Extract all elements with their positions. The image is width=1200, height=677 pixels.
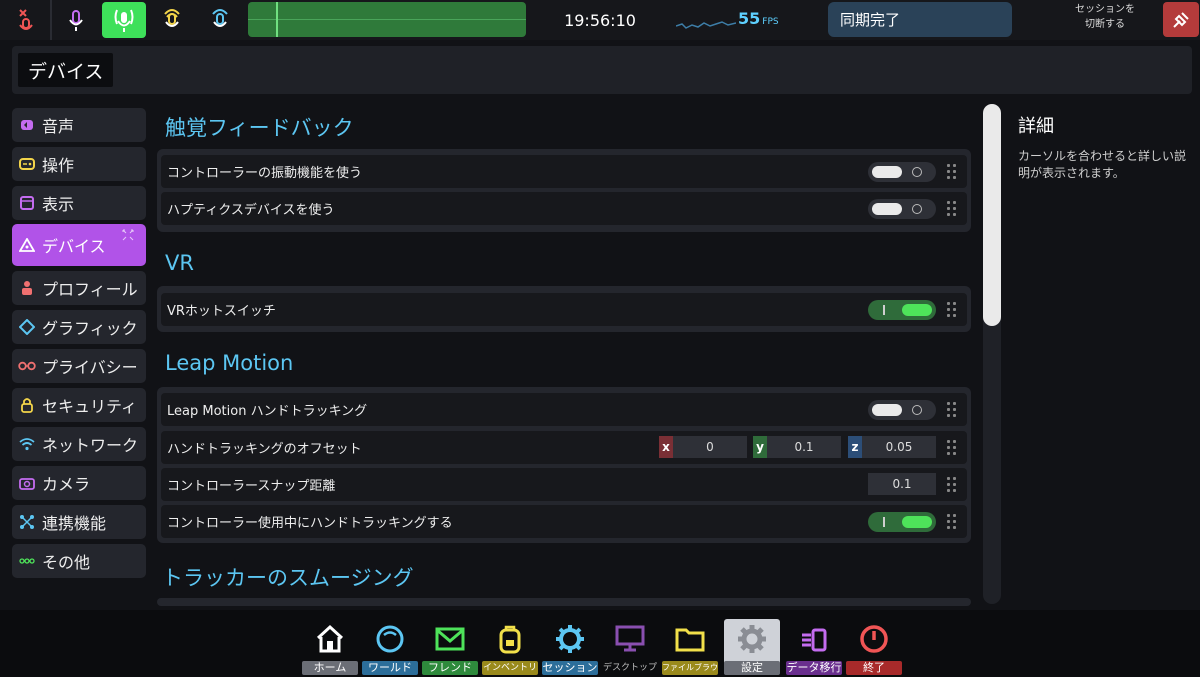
vr-hotswitch-toggle[interactable] bbox=[868, 300, 936, 320]
disconnect-session-button[interactable] bbox=[1163, 2, 1199, 37]
sidebar-item-other[interactable]: その他 bbox=[12, 544, 146, 578]
fps-counter: 55 FPS bbox=[738, 9, 779, 28]
sidebar-item-camera[interactable]: カメラ bbox=[12, 466, 146, 500]
power-icon bbox=[854, 619, 894, 658]
clock: 19:56:10 bbox=[564, 10, 636, 30]
setting-row-vr-hotswitch: VRホットスイッチ bbox=[161, 293, 967, 326]
dock-home[interactable]: ホーム bbox=[302, 619, 358, 675]
dock-inventory[interactable]: インベントリ bbox=[482, 619, 538, 675]
section-title-leap-motion: Leap Motion bbox=[165, 351, 294, 375]
integration-icon bbox=[18, 513, 36, 531]
mail-icon bbox=[430, 619, 470, 658]
sidebar-item-profile[interactable]: プロフィール bbox=[12, 271, 146, 305]
offset-y-field[interactable]: y 0.1 bbox=[753, 436, 841, 458]
sidebar-item-display[interactable]: 表示 bbox=[12, 186, 146, 220]
lock-icon bbox=[18, 396, 36, 414]
speaker-icon bbox=[18, 116, 36, 134]
offset-z-field[interactable]: z 0.05 bbox=[848, 436, 936, 458]
setting-row-leap-hand-tracking: Leap Motion ハンドトラッキング bbox=[161, 393, 967, 426]
more-icon bbox=[18, 552, 36, 570]
mic-muted-icon bbox=[19, 9, 33, 30]
unplug-icon bbox=[1173, 11, 1189, 28]
page-title: デバイス bbox=[18, 53, 114, 87]
person-icon bbox=[18, 279, 36, 297]
dock-file-browser[interactable]: ファイルブラウザ bbox=[662, 619, 718, 675]
folder-icon bbox=[670, 619, 710, 658]
dock-desktop[interactable]: デスクトップ bbox=[602, 619, 658, 675]
leap-hand-tracking-toggle[interactable] bbox=[868, 400, 936, 420]
mic-icon bbox=[69, 10, 83, 31]
drag-handle-icon[interactable] bbox=[947, 477, 957, 493]
scrollbar-thumb[interactable] bbox=[983, 104, 1001, 326]
mic-muted-button[interactable] bbox=[4, 2, 48, 38]
setting-row-haptic-devices: ハプティクスデバイスを使う bbox=[161, 192, 967, 225]
sidebar-item-security[interactable]: セキュリティ bbox=[12, 388, 146, 422]
dock-exit[interactable]: 終了 bbox=[846, 619, 902, 675]
offset-x-field[interactable]: x0 bbox=[659, 436, 747, 458]
gamepad-icon bbox=[18, 155, 36, 173]
mic-push-to-talk-button[interactable] bbox=[54, 2, 98, 38]
drag-handle-icon[interactable] bbox=[947, 164, 957, 180]
section-title-vr: VR bbox=[165, 251, 194, 275]
bottom-dock bbox=[0, 610, 1200, 677]
sidebar-item-network[interactable]: ネットワーク bbox=[12, 427, 146, 461]
home-icon bbox=[310, 619, 350, 658]
glasses-icon bbox=[18, 357, 36, 375]
setting-row-hand-tracking-while-controller: コントローラー使用中にハンドトラッキングする bbox=[161, 505, 967, 538]
mic-active-button[interactable] bbox=[102, 2, 146, 38]
sidebar-item-controls[interactable]: 操作 bbox=[12, 147, 146, 181]
settings-icon bbox=[732, 619, 772, 658]
diamond-icon bbox=[18, 318, 36, 336]
page-header bbox=[12, 46, 1192, 94]
dock-data-transfer[interactable]: データ移行 bbox=[786, 619, 842, 675]
mic-whisper-icon bbox=[212, 9, 228, 27]
backpack-icon bbox=[490, 619, 530, 658]
details-title: 詳細 bbox=[1018, 116, 1054, 137]
drag-handle-icon[interactable] bbox=[947, 402, 957, 418]
gear-session-icon bbox=[550, 619, 590, 658]
sync-status: 同期完了 bbox=[828, 2, 1012, 37]
sidebar-item-devices[interactable]: デバイス bbox=[12, 224, 146, 266]
expand-icon bbox=[122, 226, 134, 245]
fps-graph bbox=[676, 21, 736, 29]
camera-icon bbox=[18, 474, 36, 492]
mic-broadcast-icon bbox=[114, 9, 134, 32]
drag-handle-icon[interactable] bbox=[947, 514, 957, 530]
monitor-icon bbox=[610, 619, 650, 658]
device-icon bbox=[18, 236, 36, 254]
transfer-icon bbox=[794, 619, 834, 658]
details-description: カーソルを合わせると詳しい説明が表示されます。 bbox=[1018, 149, 1187, 180]
tracker-group bbox=[157, 598, 971, 606]
sidebar-item-privacy[interactable]: プライバシー bbox=[12, 349, 146, 383]
section-title-haptics: 触覚フィードバック bbox=[165, 116, 354, 140]
sidebar-item-audio[interactable]: 音声 bbox=[12, 108, 146, 142]
settings-screen: 19:56:10 55 FPS 同期完了 セッションを 切断する デバイス 音声 … bbox=[0, 0, 1200, 677]
world-icon bbox=[370, 619, 410, 658]
setting-row-controller-snap-distance: コントローラースナップ距離 0.1 bbox=[161, 468, 967, 501]
mic-whisper-button[interactable] bbox=[198, 2, 242, 38]
wifi-icon bbox=[18, 435, 36, 453]
setting-row-hand-tracking-offset: ハンドトラッキングのオフセット x0 y 0.1 z 0.05 bbox=[161, 431, 967, 464]
controller-vibration-toggle[interactable] bbox=[868, 162, 936, 182]
haptic-devices-toggle[interactable] bbox=[868, 199, 936, 219]
snap-distance-field[interactable]: 0.1 bbox=[868, 473, 936, 495]
disconnect-session-label: セッションを 切断する bbox=[1075, 4, 1135, 30]
sidebar-item-integrations[interactable]: 連携機能 bbox=[12, 505, 146, 539]
drag-handle-icon[interactable] bbox=[947, 201, 957, 217]
voice-level-meter bbox=[248, 2, 526, 37]
dock-settings[interactable]: 設定 bbox=[724, 619, 780, 675]
top-bar: 19:56:10 55 FPS 同期完了 セッションを 切断する bbox=[0, 0, 1200, 40]
mic-broadcast-yellow-icon bbox=[164, 9, 180, 27]
dock-friends[interactable]: フレンド bbox=[422, 619, 478, 675]
dock-world[interactable]: ワールド bbox=[362, 619, 418, 675]
drag-handle-icon[interactable] bbox=[947, 440, 957, 456]
setting-row-controller-vibration: コントローラーの振動機能を使う bbox=[161, 155, 967, 188]
mic-broadcast-button[interactable] bbox=[150, 2, 194, 38]
sidebar-item-graphics[interactable]: グラフィック bbox=[12, 310, 146, 344]
hand-tracking-while-controller-toggle[interactable] bbox=[868, 512, 936, 532]
section-title-tracker-smoothing: トラッカーのスムージング bbox=[162, 566, 414, 590]
dock-session[interactable]: セッション bbox=[542, 619, 598, 675]
window-icon bbox=[18, 194, 36, 212]
drag-handle-icon[interactable] bbox=[947, 302, 957, 318]
